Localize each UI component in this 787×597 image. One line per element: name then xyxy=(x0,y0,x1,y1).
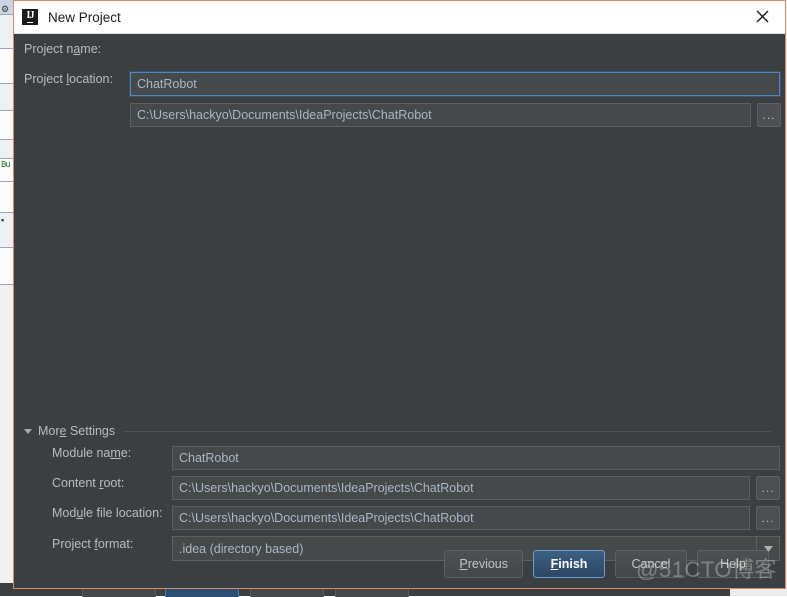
more-settings-toggle[interactable]: More Settings xyxy=(24,424,771,438)
project-name-label: Project name: xyxy=(24,42,102,56)
dialog-body: Project name: ChatRobot Project location… xyxy=(14,34,785,588)
help-button[interactable]: Help xyxy=(697,550,769,578)
module-name-label: Module name: xyxy=(52,446,132,460)
intellij-idea-icon: IJ xyxy=(22,9,38,25)
module-name-row: Module name: xyxy=(52,446,131,460)
content-root-row: Content root: xyxy=(52,476,124,490)
content-root-input[interactable]: C:\Users\hackyo\Documents\IdeaProjects\C… xyxy=(172,476,750,500)
module-file-location-label: Module file location: xyxy=(52,506,163,520)
project-location-input[interactable]: C:\Users\hackyo\Documents\IdeaProjects\C… xyxy=(130,103,751,127)
background-strip xyxy=(0,15,14,49)
project-format-label: Project format: xyxy=(52,537,134,551)
content-root-field-group: C:\Users\hackyo\Documents\IdeaProjects\C… xyxy=(172,476,780,500)
previous-button[interactable]: Previous xyxy=(444,550,523,578)
module-file-location-row: Module file location: xyxy=(52,506,163,520)
new-project-dialog: IJ New Project Project name: ChatRobot P… xyxy=(13,0,786,589)
triangle-down-icon xyxy=(24,428,32,434)
project-name-input[interactable]: ChatRobot xyxy=(130,72,780,96)
content-root-label: Content root: xyxy=(52,476,125,490)
finish-button[interactable]: Finish xyxy=(533,550,605,578)
project-name-row: Project name: xyxy=(24,42,124,56)
dialog-titlebar: IJ New Project xyxy=(14,1,785,34)
background-strip xyxy=(0,111,14,140)
background-strip xyxy=(0,248,14,285)
project-location-browse-button[interactable]: ... xyxy=(757,103,781,127)
background-strip xyxy=(0,84,14,111)
background-strip xyxy=(0,140,14,159)
module-file-location-browse-button[interactable]: ... xyxy=(756,506,780,530)
project-location-field-group: C:\Users\hackyo\Documents\IdeaProjects\C… xyxy=(130,103,781,127)
background-strip xyxy=(0,182,14,213)
background-glyph: ▪ xyxy=(1,215,5,225)
background-strip xyxy=(0,49,14,84)
module-file-location-field-group: C:\Users\hackyo\Documents\IdeaProjects\C… xyxy=(172,506,780,530)
cancel-button[interactable]: Cancel xyxy=(615,550,687,578)
more-settings-label: More Settings xyxy=(38,424,116,438)
dialog-title: New Project xyxy=(48,9,121,25)
close-icon[interactable] xyxy=(740,1,785,32)
background-glyph: ⚙ xyxy=(1,4,10,14)
project-location-row: Project location: xyxy=(24,72,124,86)
project-location-label: Project location: xyxy=(24,72,113,86)
module-file-location-input[interactable]: C:\Users\hackyo\Documents\IdeaProjects\C… xyxy=(172,506,750,530)
dialog-footer: Previous Finish Cancel Help xyxy=(444,550,769,578)
project-format-row: Project format: xyxy=(52,537,133,551)
more-settings-separator xyxy=(123,430,771,432)
background-code-text: Bu xyxy=(1,160,11,170)
content-root-browse-button[interactable]: ... xyxy=(756,476,780,500)
module-name-input[interactable]: ChatRobot xyxy=(172,446,780,470)
